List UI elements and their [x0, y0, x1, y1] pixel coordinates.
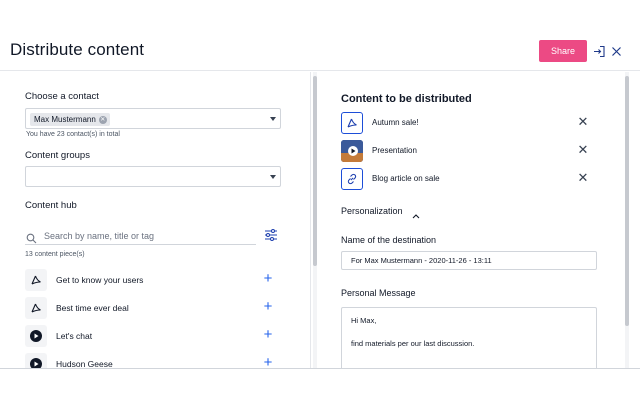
video-icon — [341, 140, 363, 162]
chevron-down-icon — [270, 175, 276, 179]
selected-item-label: Blog article on sale — [372, 174, 440, 183]
pdf-icon — [25, 297, 47, 319]
search-underline — [25, 244, 256, 245]
selected-item: Blog article on sale ✕ — [341, 168, 603, 192]
video-icon — [25, 325, 47, 347]
dialog-title: Distribute content — [10, 40, 145, 59]
list-item-label: Get to know your users — [56, 275, 144, 285]
remove-contact-icon[interactable]: ✕ — [98, 115, 107, 124]
personalization-toggle[interactable]: Personalization — [341, 206, 403, 216]
distribution-title: Content to be distributed — [341, 93, 472, 105]
message-line: Hi Max, — [351, 316, 377, 325]
content-groups-label: Content groups — [25, 150, 90, 161]
remove-icon[interactable]: ✕ — [577, 171, 589, 185]
list-item[interactable]: Get to know your users + — [25, 269, 285, 291]
scroll-thumb[interactable] — [313, 76, 317, 266]
filter-icon[interactable] — [264, 228, 278, 242]
choose-contact-label: Choose a contact — [25, 91, 99, 102]
left-scrollbar[interactable] — [313, 72, 317, 368]
panel-divider — [310, 72, 311, 368]
remove-icon[interactable]: ✕ — [577, 115, 589, 129]
contact-count-hint: You have 23 contact(s) in total — [26, 131, 120, 138]
page-bottom-edge — [0, 368, 640, 400]
contact-chip: Max Mustermann ✕ — [30, 113, 110, 126]
close-icon[interactable] — [609, 44, 623, 58]
selected-item: Presentation ✕ — [341, 140, 603, 164]
dialog-header: Distribute content Share — [0, 0, 640, 71]
list-item-label: Let's chat — [56, 331, 93, 341]
destination-field[interactable]: For Max Mustermann - 2020-11-26 - 13:11 — [341, 251, 597, 270]
message-textarea[interactable]: Hi Max, find materials per our last disc… — [341, 307, 597, 377]
selected-item: Autumn sale! ✕ — [341, 112, 603, 136]
selected-item-label: Autumn sale! — [372, 118, 419, 127]
contact-select[interactable]: Max Mustermann ✕ — [25, 108, 281, 129]
list-item-label: Best time ever deal — [56, 303, 129, 313]
content-count: 13 content piece(s) — [25, 251, 85, 258]
message-line: find materials per our last discussion. — [351, 339, 475, 348]
content-groups-select[interactable] — [25, 166, 281, 187]
message-label: Personal Message — [341, 288, 416, 298]
add-icon[interactable]: + — [262, 326, 274, 344]
contact-chip-label: Max Mustermann — [34, 115, 96, 124]
right-scrollbar[interactable] — [625, 72, 629, 368]
list-item[interactable]: Best time ever deal + — [25, 297, 285, 319]
chevron-down-icon — [270, 117, 276, 121]
selected-item-label: Presentation — [372, 146, 417, 155]
add-icon[interactable]: + — [262, 298, 274, 316]
remove-icon[interactable]: ✕ — [577, 143, 589, 157]
content-hub-label: Content hub — [25, 200, 77, 211]
share-button[interactable]: Share — [539, 40, 587, 62]
search-icon — [26, 231, 37, 244]
link-icon — [341, 168, 363, 190]
pdf-icon — [341, 112, 363, 134]
add-icon[interactable]: + — [262, 270, 274, 288]
destination-value: For Max Mustermann - 2020-11-26 - 13:11 — [351, 256, 492, 265]
sign-in-icon[interactable] — [592, 44, 606, 58]
chevron-up-icon[interactable] — [411, 207, 421, 219]
destination-label: Name of the destination — [341, 235, 437, 245]
list-item[interactable]: Let's chat + — [25, 325, 285, 347]
pdf-icon — [25, 269, 47, 291]
search-input[interactable] — [44, 229, 249, 243]
scroll-thumb[interactable] — [625, 76, 629, 326]
